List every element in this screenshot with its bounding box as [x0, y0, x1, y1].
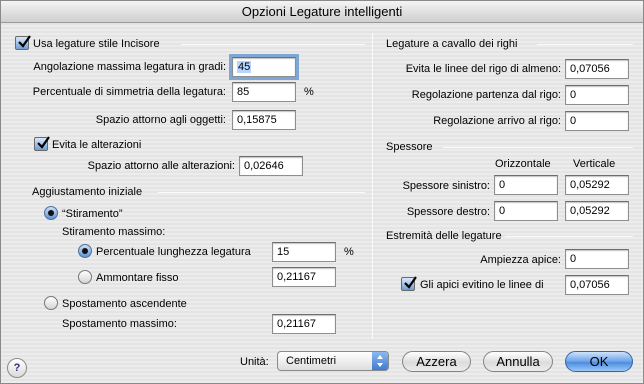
end-adjust-input[interactable]: 0 [565, 111, 629, 131]
percent-length-radio[interactable] [78, 244, 92, 258]
engraver-style-label: Usa legature stile Incisore [33, 38, 160, 50]
cross-staff-title: Legature a cavallo dei righi [386, 38, 518, 50]
tip-width-input[interactable]: 0 [565, 249, 629, 269]
right-thickness-v-input[interactable]: 0,05292 [565, 201, 629, 221]
section-divider [443, 147, 633, 148]
percent-length-unit: % [344, 246, 354, 258]
max-angle-input[interactable]: 45 [229, 54, 299, 80]
slur-ends-title: Estremità delle legature [386, 230, 502, 242]
checkmark-icon [404, 276, 417, 289]
cancel-button[interactable]: Annulla [483, 351, 553, 372]
symmetry-input[interactable]: 85 [232, 82, 296, 102]
thickness-title: Spessore [386, 141, 433, 153]
percent-length-label: Percentuale lunghezza legatura [96, 246, 251, 258]
section-divider [158, 192, 365, 193]
column-divider [372, 33, 373, 339]
right-thickness-label: Spessore destro: [406, 206, 490, 218]
ok-button[interactable]: OK [565, 351, 633, 372]
avoid-staff-lines-input[interactable]: 0,07056 [565, 59, 629, 79]
stretch-radio[interactable] [44, 206, 58, 220]
accidental-space-input[interactable]: 0,02646 [239, 156, 303, 176]
start-adjust-input[interactable]: 0 [565, 85, 629, 105]
tips-avoid-lines-input[interactable]: 0,07056 [565, 275, 629, 295]
units-popup[interactable]: Centimetri [277, 351, 389, 371]
fixed-amount-input[interactable]: 0,21167 [272, 267, 336, 287]
accidental-space-label: Spazio attorno alle alterazioni: [87, 160, 235, 172]
object-space-input[interactable]: 0,15875 [232, 110, 296, 130]
checkmark-icon [18, 35, 31, 48]
dialog-window: Opzioni Legature intelligenti Usa legatu… [0, 0, 644, 384]
max-shift-input[interactable]: 0,21167 [272, 314, 336, 334]
percent-length-input[interactable]: 15 [272, 242, 336, 262]
popup-arrows-icon [372, 352, 388, 370]
end-adjust-label: Regolazione arrivo al rigo: [433, 115, 561, 127]
fixed-amount-radio[interactable] [78, 270, 92, 284]
reset-button[interactable]: Azzera [402, 351, 471, 372]
tips-avoid-lines-checkbox[interactable] [401, 276, 417, 291]
upward-shift-label: Spostamento ascendente [62, 298, 187, 310]
fixed-amount-label: Ammontare fisso [96, 272, 179, 284]
right-thickness-h-input[interactable]: 0 [494, 201, 558, 221]
vertical-column-header: Verticale [573, 158, 616, 170]
tip-width-label: Ampiezza apice: [480, 254, 561, 266]
help-button[interactable]: ? [7, 358, 27, 378]
stretch-radio-label: “Stiramento” [62, 208, 123, 220]
section-divider [181, 44, 365, 45]
checkmark-icon [37, 136, 50, 149]
avoid-staff-lines-label: Evita le linee del rigo di almeno: [405, 63, 561, 75]
start-adjust-label: Regolazione partenza dal rigo: [411, 89, 561, 101]
window-title: Opzioni Legature intelligenti [1, 1, 643, 23]
avoid-accidentals-checkbox[interactable] [34, 136, 50, 151]
engraver-style-checkbox[interactable] [15, 35, 31, 50]
initial-adjust-title: Aggiustamento iniziale [32, 186, 143, 198]
max-stretch-label: Stiramento massimo: [62, 226, 166, 238]
object-space-label: Spazio attorno agli oggetti: [95, 114, 226, 126]
section-divider [505, 236, 633, 237]
left-thickness-h-input[interactable]: 0 [494, 175, 558, 195]
units-label: Unità: [240, 356, 269, 368]
left-thickness-label: Spessore sinistro: [402, 180, 490, 192]
horizontal-column-header: Orizzontale [495, 158, 551, 170]
avoid-accidentals-label: Evita le alterazioni [52, 139, 142, 151]
max-angle-label: Angolazione massima legatura in gradi: [33, 61, 226, 73]
symmetry-label: Percentuale di simmetria della legatura: [32, 86, 226, 98]
units-popup-value: Centimetri [286, 355, 337, 367]
left-thickness-v-input[interactable]: 0,05292 [565, 175, 629, 195]
upward-shift-radio[interactable] [44, 296, 58, 310]
symmetry-unit: % [304, 86, 314, 98]
section-divider [537, 44, 633, 45]
tips-avoid-lines-label: Gli apici evitino le linee di [420, 279, 544, 291]
max-shift-label: Spostamento massimo: [62, 318, 177, 330]
